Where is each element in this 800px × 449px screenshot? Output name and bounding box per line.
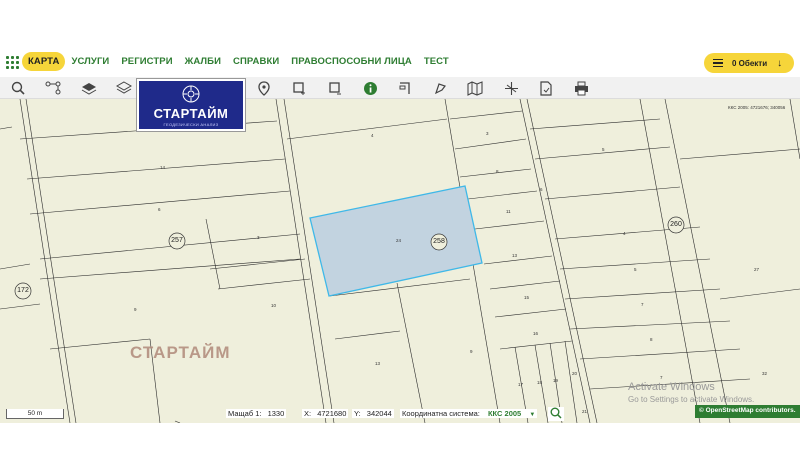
menu-item-spravki[interactable]: СПРАВКИ: [227, 52, 285, 71]
objects-count-label: 0 Обекти: [732, 58, 768, 68]
map-number: 13: [375, 361, 381, 366]
scale-label: Мащаб 1:: [228, 409, 262, 418]
select-area-icon[interactable]: [326, 79, 344, 97]
map-number: 4: [623, 231, 626, 236]
map-number: 7: [641, 302, 644, 307]
map-icon[interactable]: [466, 79, 484, 97]
map-number: 20: [572, 371, 578, 376]
measure-icon[interactable]: [396, 79, 414, 97]
menu-item-uslugi[interactable]: УСЛУГИ: [65, 52, 115, 71]
map-number: 17: [518, 382, 524, 387]
map-number: 8: [496, 169, 499, 174]
map-number: 9: [134, 307, 137, 312]
info-icon[interactable]: [361, 79, 379, 97]
page-footer-blank: [0, 423, 800, 449]
layers-icon[interactable]: [80, 79, 98, 97]
y-value: 342044: [366, 409, 392, 418]
map-number: 9: [470, 349, 473, 354]
search-icon[interactable]: [9, 79, 27, 97]
map-number: 27: [754, 267, 760, 272]
menu-item-karta[interactable]: КАРТА: [22, 52, 66, 71]
apps-grid-icon[interactable]: [6, 56, 19, 69]
document-icon[interactable]: [537, 79, 555, 97]
parcel-label-257: 257: [171, 237, 183, 244]
windows-activation-subtitle: Go to Settings to activate Windows.: [628, 395, 755, 404]
arrow-down-icon: ↓: [777, 57, 783, 69]
map-number: 15: [524, 295, 530, 300]
map-number: 8: [650, 337, 653, 342]
windows-activation-watermark: Activate Windows Go to Settings to activ…: [628, 381, 754, 404]
startaim-logo: СТАРТАЙМ ГЕОДЕЗИЧЕСКИ АНАЛИЗ: [136, 78, 246, 132]
scale-info: Мащаб 1: 1330: [226, 409, 287, 418]
chevron-down-icon[interactable]: ▼: [529, 412, 535, 418]
map-number: 5: [602, 147, 605, 152]
objects-button[interactable]: 0 Обекти ↓: [704, 53, 794, 73]
top-menu-bar: КАРТА УСЛУГИ РЕГИСТРИ ЖАЛБИ СПРАВКИ ПРАВ…: [0, 44, 800, 74]
polygon-tool-icon[interactable]: [431, 79, 449, 97]
map-number: 11: [506, 209, 511, 214]
menu-item-zhalbi[interactable]: ЖАЛБИ: [179, 52, 227, 71]
map-number: 10: [271, 303, 277, 308]
menu-item-test[interactable]: ТЕСТ: [418, 52, 455, 71]
map-number: 18: [537, 380, 543, 385]
crs-corner-label: ККС 2005: 4721676; 340056: [728, 105, 786, 110]
map-number: 6: [540, 187, 543, 192]
layers-outline-icon[interactable]: [115, 79, 133, 97]
map-number: 14: [160, 165, 166, 170]
map-status-bar: 50 m Мащаб 1: 1330 X: 4721680 Y: 342044 …: [0, 406, 800, 422]
logo-subtitle: ГЕОДЕЗИЧЕСКИ АНАЛИЗ: [163, 121, 219, 127]
route-icon[interactable]: [44, 79, 62, 97]
draw-area-icon[interactable]: [290, 79, 308, 97]
map-number: 24: [396, 238, 402, 243]
menu-item-pravosposobni[interactable]: ПРАВОСПОСОБНИ ЛИЦА: [285, 52, 418, 71]
search-icon[interactable]: [548, 407, 564, 421]
print-icon[interactable]: [572, 79, 590, 97]
x-coordinate: X: 4721680: [302, 409, 349, 418]
map-number: 32: [762, 371, 768, 376]
map-number: 16: [533, 331, 539, 336]
osm-attribution[interactable]: © OpenStreetMap contributors.: [695, 405, 800, 418]
map-number: 3: [486, 131, 489, 136]
map-number: 5: [634, 267, 637, 272]
y-coordinate: Y: 342044: [352, 409, 394, 418]
x-value: 4721680: [317, 409, 347, 418]
map-number: 6: [158, 207, 161, 212]
parcel-lines: [0, 99, 800, 423]
cadastral-map[interactable]: 257 258 260 172 ККС 2005: 4721676; 34005…: [0, 99, 800, 423]
logo-emblem-icon: [182, 85, 200, 102]
map-number: 3: [257, 235, 260, 240]
windows-activation-title: Activate Windows: [628, 381, 715, 393]
map-number: 19: [553, 378, 559, 383]
x-label: X:: [304, 409, 312, 418]
parcel-label-260: 260: [670, 221, 682, 228]
main-menu: КАРТА УСЛУГИ РЕГИСТРИ ЖАЛБИ СПРАВКИ ПРАВ…: [22, 52, 455, 71]
scale-value: 1330: [267, 409, 285, 418]
map-number: 4: [371, 133, 374, 138]
map-number: 7: [660, 375, 663, 380]
map-toolbar: [0, 77, 800, 99]
crs-info: Координатна система: ККС 2005 ▼: [400, 409, 538, 418]
map-number: 13: [512, 253, 518, 258]
logo-title: СТАРТАЙМ: [153, 105, 229, 121]
menu-lines-icon: [713, 58, 723, 68]
parcel-label-258: 258: [433, 238, 445, 245]
parcel-label-172: 172: [17, 287, 29, 294]
crs-label: Координатна система:: [402, 409, 480, 418]
menu-item-registri[interactable]: РЕГИСТРИ: [115, 52, 178, 71]
split-tool-icon[interactable]: [502, 79, 520, 97]
crs-select[interactable]: ККС 2005: [488, 409, 521, 418]
startaim-watermark: СТАРТАЙМ: [130, 343, 231, 362]
location-pin-icon[interactable]: [255, 79, 273, 97]
scale-bar: 50 m: [6, 409, 64, 419]
y-label: Y:: [354, 409, 361, 418]
